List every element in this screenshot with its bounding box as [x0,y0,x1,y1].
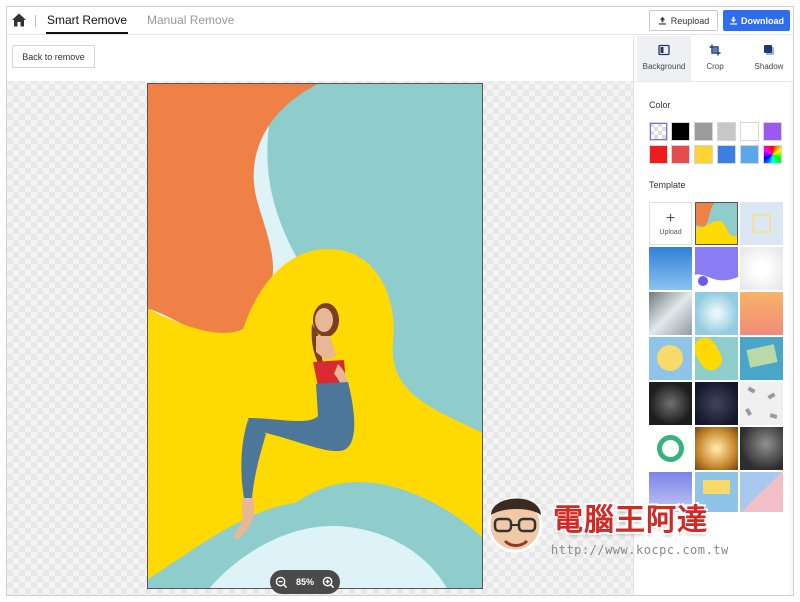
color-swatch-white[interactable] [740,122,759,141]
color-swatch-purple[interactable] [763,122,782,141]
color-swatch-transparent[interactable] [649,122,668,141]
color-swatch-light-blue[interactable] [740,145,759,164]
template-thumbnail[interactable] [649,292,692,335]
back-to-remove-button[interactable]: Back to remove [12,45,95,68]
tab-manual-remove[interactable]: Manual Remove [147,12,234,28]
template-wave-preview [696,203,737,244]
template-thumbnail[interactable] [649,382,692,425]
template-thumbnail[interactable] [740,247,783,290]
panel-divider [634,81,793,82]
shadow-icon [764,45,774,55]
template-thumbnail[interactable] [695,427,738,470]
tab-crop-label: Crop [706,62,724,71]
template-thumbnail[interactable] [695,382,738,425]
zoom-control: 85% [270,570,340,594]
color-swatch-red[interactable] [649,145,668,164]
background-icon [658,44,670,56]
crop-icon [709,44,721,56]
transparent-pattern [650,123,667,140]
zoom-level: 85% [295,577,314,587]
reupload-label: Reupload [670,15,710,26]
color-title: Color [649,100,671,110]
template-thumbnail[interactable] [649,427,692,470]
download-button[interactable]: Download [723,10,790,31]
template-thumbnail[interactable] [740,202,783,245]
result-image[interactable] [147,83,483,589]
template-thumbnail[interactable] [740,427,783,470]
zoom-out-icon[interactable] [275,576,288,589]
template-thumbnail[interactable] [695,247,738,290]
color-swatch-coral[interactable] [671,145,690,164]
template-thumbnail[interactable] [740,292,783,335]
download-icon [729,16,738,25]
canvas-toolbar: Back to remove [7,36,633,81]
plus-icon: + [665,209,676,227]
mascot-logo-icon [487,497,543,553]
tab-shadow[interactable]: Shadow [742,36,793,81]
template-thumbnail[interactable] [695,292,738,335]
upload-icon [658,16,666,25]
home-icon[interactable] [11,12,27,28]
color-swatch-yellow[interactable] [694,145,713,164]
template-thumbnail[interactable] [695,202,738,245]
divider [35,15,36,27]
watermark-url: http://www.kocpc.com.tw [551,543,729,557]
top-bar: Smart Remove Manual Remove Reupload Down… [7,7,793,35]
wavy-background-image [148,84,482,588]
template-thumbnail[interactable] [649,337,692,380]
tab-shadow-label: Shadow [754,62,784,71]
tab-crop[interactable]: Crop [688,36,742,81]
color-swatch-light-gray[interactable] [717,122,736,141]
tab-background-label: Background [642,62,686,71]
template-shapes-preview [695,247,738,290]
reupload-button[interactable]: Reupload [649,10,718,31]
color-picker-rainbow[interactable] [763,145,782,164]
color-swatch-gray[interactable] [694,122,713,141]
tab-background[interactable]: Background [637,36,691,81]
template-thumbnail[interactable] [649,247,692,290]
panel-scrollbar[interactable] [789,82,793,595]
template-title: Template [649,180,686,190]
zoom-in-icon[interactable] [322,576,335,589]
download-label: Download [741,15,784,26]
watermark: 電腦王阿達 http://www.kocpc.com.tw [481,485,761,565]
color-swatch-blue[interactable] [717,145,736,164]
watermark-title: 電腦王阿達 [553,503,708,538]
template-thumbnail[interactable] [740,337,783,380]
template-thumbnail[interactable] [740,382,783,425]
color-swatch-black[interactable] [671,122,690,141]
tab-smart-remove[interactable]: Smart Remove [45,12,129,34]
app-window: Smart Remove Manual Remove Reupload Down… [6,6,794,596]
upload-label: Upload [659,228,682,236]
template-thumbnail[interactable] [695,337,738,380]
upload-template-button[interactable]: + Upload [649,202,692,245]
